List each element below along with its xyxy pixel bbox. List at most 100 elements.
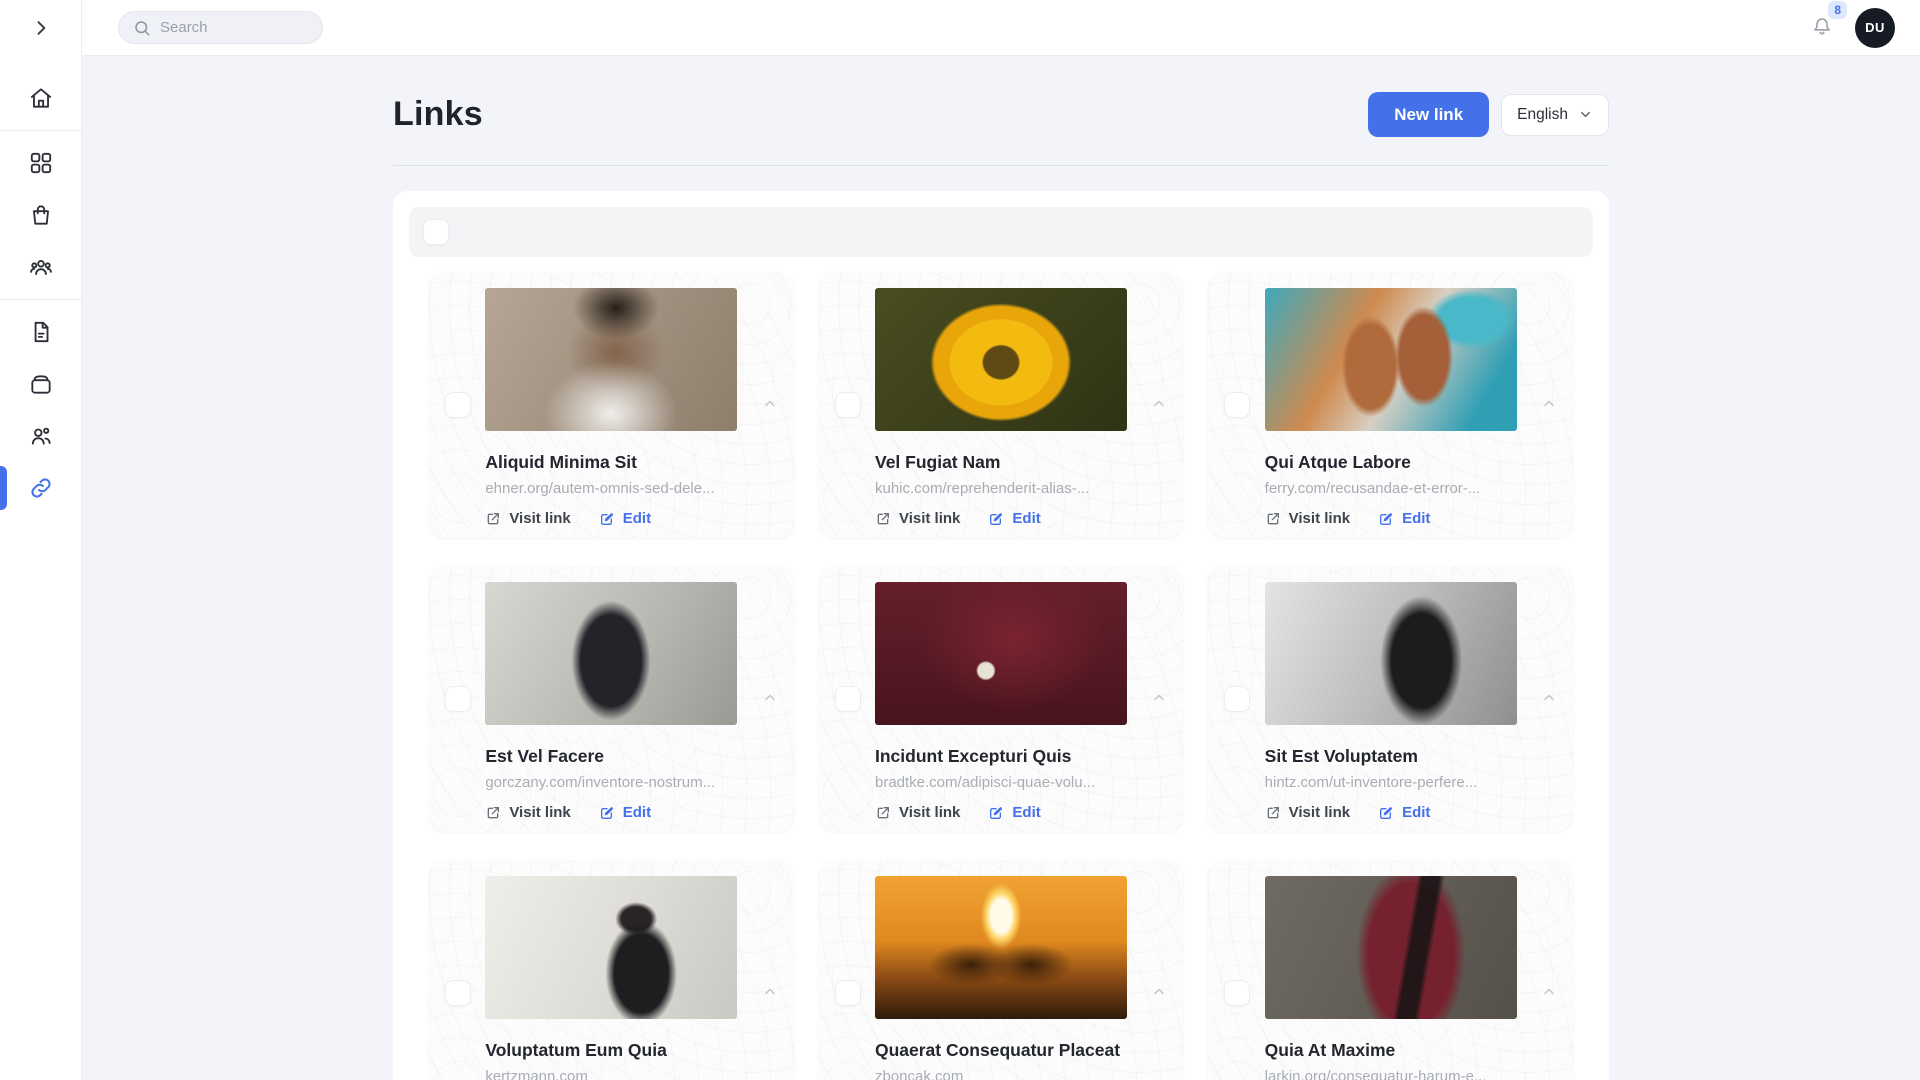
card-checkbox[interactable] xyxy=(1224,980,1250,1006)
link-thumbnail xyxy=(485,288,737,431)
chevron-right-icon xyxy=(31,18,51,38)
sidebar-item-shop[interactable] xyxy=(0,189,81,241)
link-thumbnail xyxy=(485,582,737,725)
edit-icon xyxy=(1378,805,1394,821)
chevron-up-icon xyxy=(1541,984,1557,1000)
collapse-card-button[interactable] xyxy=(758,686,782,713)
sidebar-item-team[interactable] xyxy=(0,241,81,293)
links-panel: Aliquid Minima Sit ehner.org/autem-omnis… xyxy=(393,191,1609,1080)
edit-link[interactable]: Edit xyxy=(1378,804,1430,821)
link-card: Est Vel Facere gorczany.com/inventore-no… xyxy=(429,566,794,832)
link-thumbnail xyxy=(875,288,1127,431)
link-title: Incidunt Excepturi Quis xyxy=(875,746,1127,767)
card-checkbox[interactable] xyxy=(1224,686,1250,712)
sidebar-divider xyxy=(0,299,81,300)
edit-icon xyxy=(599,805,615,821)
sidebar xyxy=(0,0,82,1080)
edit-link[interactable]: Edit xyxy=(988,510,1040,527)
link-card: Qui Atque Labore ferry.com/recusandae-et… xyxy=(1208,272,1573,538)
link-title: Voluptatum Eum Quia xyxy=(485,1040,737,1061)
external-link-icon xyxy=(875,805,891,821)
edit-link[interactable]: Edit xyxy=(988,804,1040,821)
collapse-card-button[interactable] xyxy=(758,980,782,1007)
external-link-icon xyxy=(485,805,501,821)
external-link-icon xyxy=(875,511,891,527)
link-title: Sit Est Voluptatem xyxy=(1265,746,1517,767)
collapse-card-button[interactable] xyxy=(758,392,782,419)
edit-icon xyxy=(988,511,1004,527)
language-dropdown[interactable]: English xyxy=(1501,94,1609,136)
edit-link[interactable]: Edit xyxy=(599,510,651,527)
edit-link[interactable]: Edit xyxy=(599,804,651,821)
language-label: English xyxy=(1517,106,1568,124)
link-thumbnail xyxy=(875,876,1127,1019)
notifications-button[interactable]: 8 xyxy=(1809,12,1835,43)
card-checkbox[interactable] xyxy=(445,980,471,1006)
link-icon xyxy=(28,475,54,501)
avatar[interactable]: DU xyxy=(1855,8,1895,48)
card-checkbox[interactable] xyxy=(1224,392,1250,418)
edit-icon xyxy=(1378,511,1394,527)
link-card: Sit Est Voluptatem hintz.com/ut-inventor… xyxy=(1208,566,1573,832)
link-title: Aliquid Minima Sit xyxy=(485,452,737,473)
visit-link[interactable]: Visit link xyxy=(485,510,570,527)
home-icon xyxy=(28,85,54,111)
new-link-button[interactable]: New link xyxy=(1368,92,1489,137)
link-card: Vel Fugiat Nam kuhic.com/reprehenderit-a… xyxy=(819,272,1184,538)
sidebar-item-customers[interactable] xyxy=(0,410,81,462)
chevron-up-icon xyxy=(1151,984,1167,1000)
card-checkbox[interactable] xyxy=(835,980,861,1006)
card-checkbox[interactable] xyxy=(445,686,471,712)
page-title: Links xyxy=(393,95,483,134)
chevron-up-icon xyxy=(1151,396,1167,412)
main-content: Links New link English A xyxy=(82,56,1920,1080)
shopping-bag-icon xyxy=(28,202,54,228)
edit-icon xyxy=(599,511,615,527)
card-checkbox[interactable] xyxy=(835,686,861,712)
list-toolbar xyxy=(409,207,1593,257)
visit-link[interactable]: Visit link xyxy=(875,510,960,527)
sidebar-item-links[interactable] xyxy=(0,462,81,514)
sidebar-expand-button[interactable] xyxy=(0,0,81,56)
link-card: Voluptatum Eum Quia kertzmann.com Visit … xyxy=(429,860,794,1080)
select-all-checkbox[interactable] xyxy=(423,219,449,245)
link-url: ferry.com/recusandae-et-error-... xyxy=(1265,480,1517,497)
collapse-card-button[interactable] xyxy=(1147,980,1171,1007)
card-checkbox[interactable] xyxy=(835,392,861,418)
link-url: gorczany.com/inventore-nostrum... xyxy=(485,774,737,791)
collapse-card-button[interactable] xyxy=(1147,686,1171,713)
link-url: kuhic.com/reprehenderit-alias-... xyxy=(875,480,1127,497)
link-thumbnail xyxy=(1265,288,1517,431)
link-url: zboncak.com xyxy=(875,1068,1127,1080)
visit-link[interactable]: Visit link xyxy=(485,804,570,821)
edit-link[interactable]: Edit xyxy=(1378,510,1430,527)
chevron-up-icon xyxy=(1541,690,1557,706)
link-url: hintz.com/ut-inventore-perfere... xyxy=(1265,774,1517,791)
sidebar-item-home[interactable] xyxy=(0,72,81,124)
search-icon xyxy=(133,19,151,37)
link-title: Quia At Maxime xyxy=(1265,1040,1517,1061)
sidebar-item-documents[interactable] xyxy=(0,306,81,358)
collapse-card-button[interactable] xyxy=(1537,392,1561,419)
card-checkbox[interactable] xyxy=(445,392,471,418)
external-link-icon xyxy=(485,511,501,527)
chevron-up-icon xyxy=(1541,396,1557,412)
link-card: Incidunt Excepturi Quis bradtke.com/adip… xyxy=(819,566,1184,832)
visit-link[interactable]: Visit link xyxy=(1265,804,1350,821)
visit-link[interactable]: Visit link xyxy=(1265,510,1350,527)
collapse-card-button[interactable] xyxy=(1537,686,1561,713)
link-url: kertzmann.com xyxy=(485,1068,737,1080)
collapse-card-button[interactable] xyxy=(1537,980,1561,1007)
sidebar-item-archive[interactable] xyxy=(0,358,81,410)
visit-link[interactable]: Visit link xyxy=(875,804,960,821)
file-text-icon xyxy=(28,319,54,345)
link-card: Aliquid Minima Sit ehner.org/autem-omnis… xyxy=(429,272,794,538)
collapse-card-button[interactable] xyxy=(1147,392,1171,419)
link-thumbnail xyxy=(1265,582,1517,725)
chevron-up-icon xyxy=(762,984,778,1000)
link-title: Est Vel Facere xyxy=(485,746,737,767)
external-link-icon xyxy=(1265,511,1281,527)
search-input[interactable] xyxy=(160,19,300,36)
sidebar-item-dashboard[interactable] xyxy=(0,137,81,189)
sidebar-divider xyxy=(0,130,81,131)
